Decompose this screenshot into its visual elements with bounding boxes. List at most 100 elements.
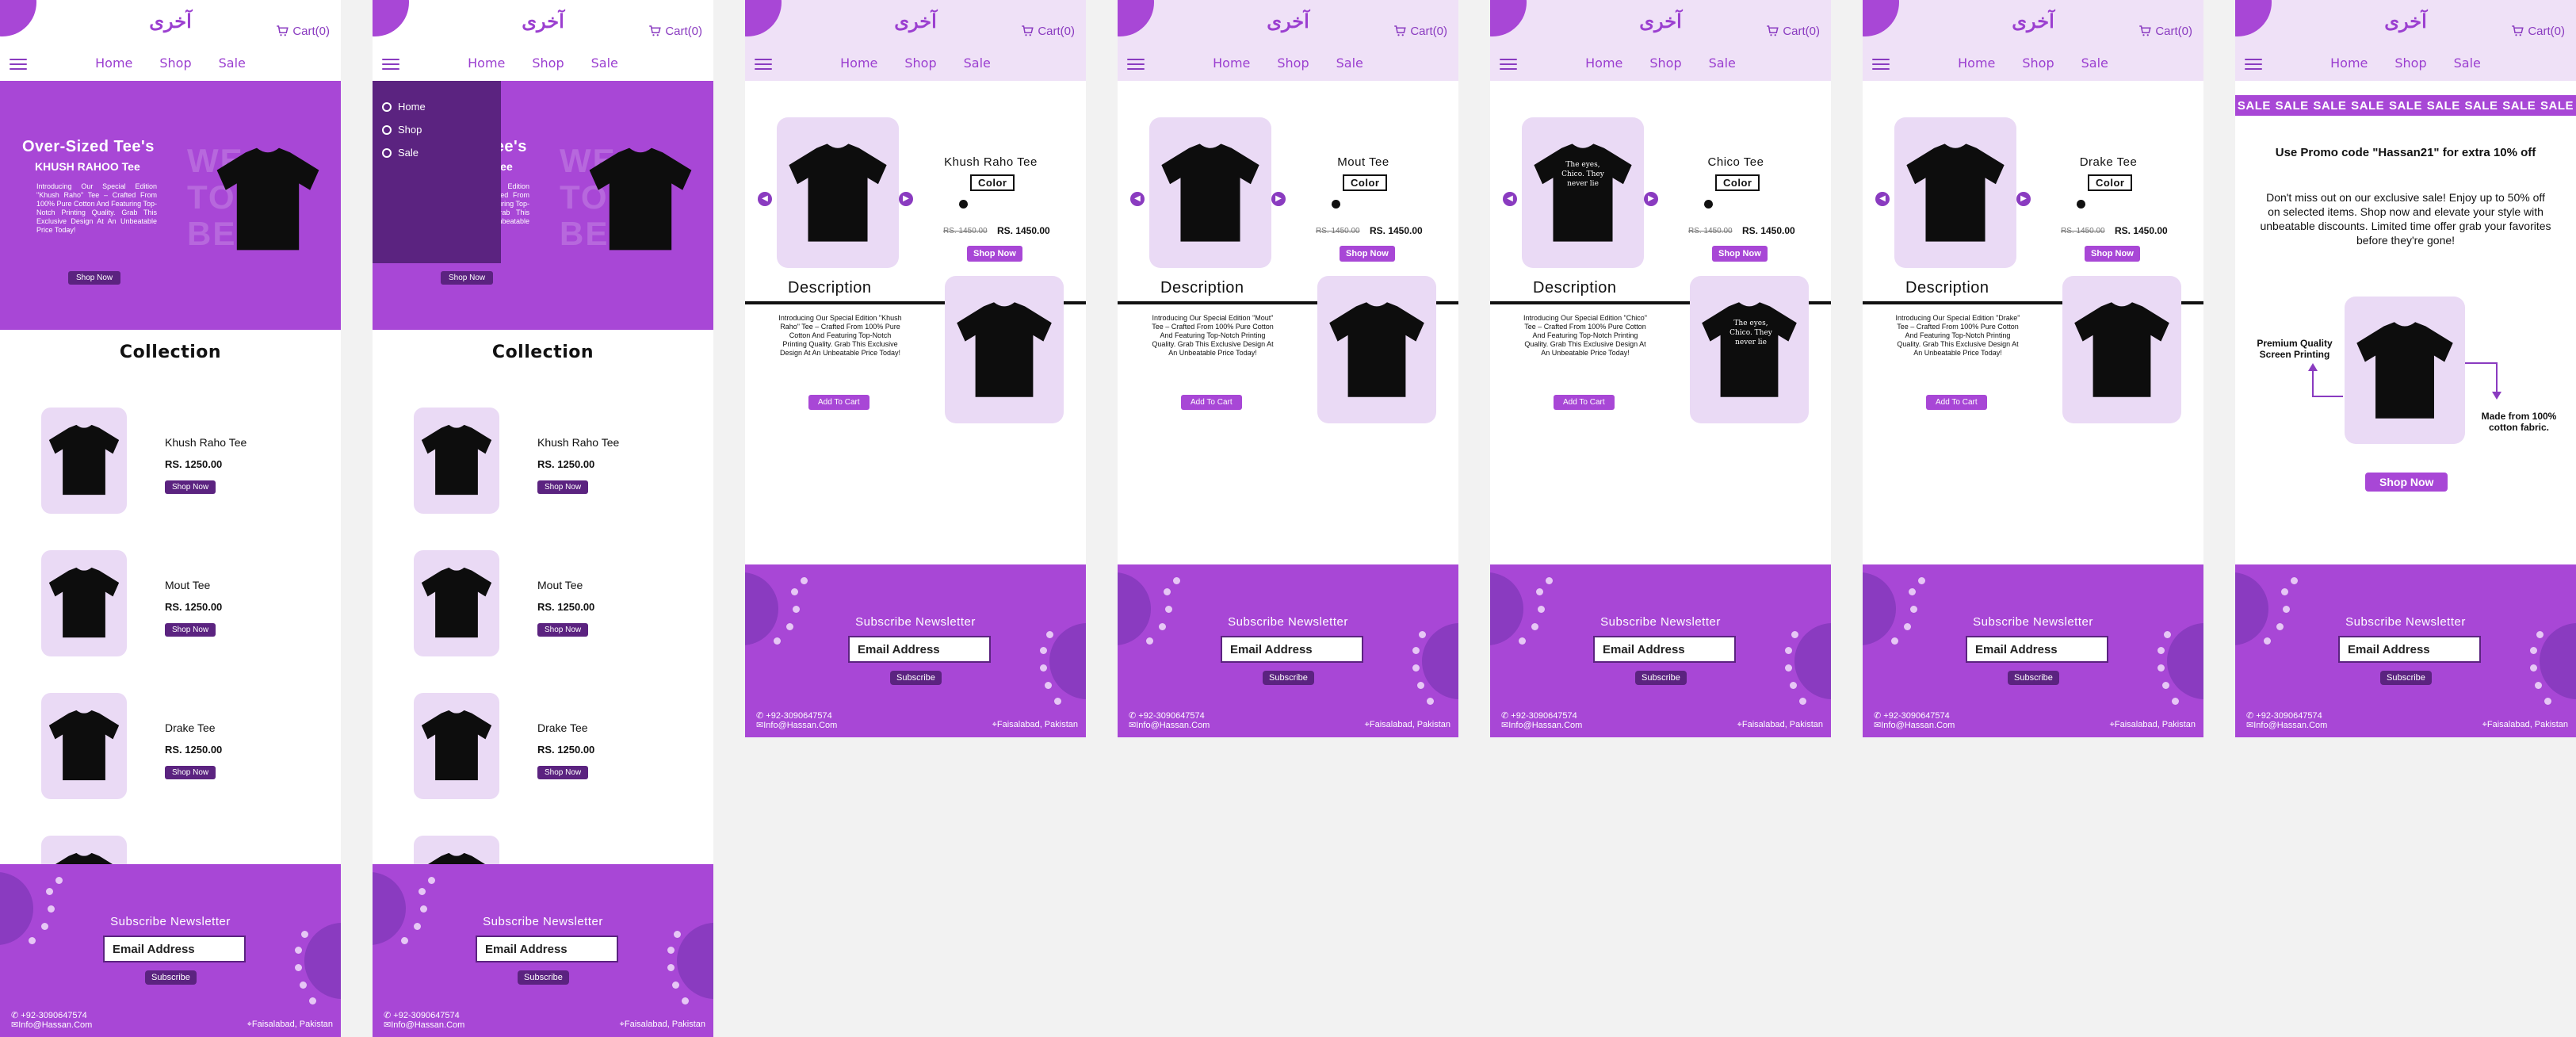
color-swatch-black[interactable] (1704, 200, 1713, 209)
nav-sale[interactable]: Sale (2454, 55, 2481, 71)
nav-home[interactable]: Home (1213, 55, 1250, 71)
nav-home[interactable]: Home (1958, 55, 1995, 71)
brand-logo[interactable]: آخری (522, 10, 564, 33)
chevron-left-icon[interactable]: ◀ (1130, 192, 1145, 206)
subscribe-button[interactable]: Subscribe (1263, 671, 1314, 685)
nav-shop[interactable]: Shop (2394, 55, 2426, 71)
product-shop-now-button[interactable]: Shop Now (165, 623, 216, 637)
subscribe-button[interactable]: Subscribe (1635, 671, 1687, 685)
nav-shop[interactable]: Shop (159, 55, 191, 71)
nav-shop[interactable]: Shop (1277, 55, 1309, 71)
product-card[interactable]: Khush Raho Tee RS. 1250.00 Shop Now (414, 408, 675, 514)
header: آخری Cart(0) Home Shop Sale (1490, 0, 1831, 81)
shop-now-button[interactable]: Shop Now (1340, 246, 1395, 262)
chevron-right-icon[interactable]: ▶ (899, 192, 913, 206)
subscribe-button[interactable]: Subscribe (145, 970, 197, 985)
brand-logo[interactable]: آخری (894, 10, 937, 33)
product-image[interactable] (41, 693, 127, 799)
product-image[interactable] (414, 408, 499, 514)
add-to-cart-button[interactable]: Add To Cart (808, 395, 869, 410)
nav-sale[interactable]: Sale (2081, 55, 2108, 71)
menu-item-shop[interactable]: Shop (373, 118, 501, 141)
chevron-left-icon[interactable]: ◀ (1875, 192, 1890, 206)
product-shop-now-button[interactable]: Shop Now (537, 766, 589, 779)
email-field[interactable]: Email Address (1593, 636, 1736, 663)
product-card[interactable]: Khush Raho Tee RS. 1250.00 Shop Now (41, 408, 303, 514)
subscribe-button[interactable]: Subscribe (890, 671, 942, 685)
product-card[interactable]: Drake Tee RS. 1250.00 Shop Now (41, 693, 303, 799)
brand-logo[interactable]: آخری (149, 10, 192, 33)
subscribe-button[interactable]: Subscribe (2380, 671, 2432, 685)
product-card[interactable] (41, 836, 303, 864)
cart-button[interactable]: Cart(0) (1393, 24, 1447, 38)
product-image[interactable] (41, 550, 127, 656)
product-image[interactable] (414, 836, 499, 864)
brand-logo[interactable]: آخری (2012, 10, 2054, 33)
email-field[interactable]: Email Address (103, 936, 246, 962)
product-shop-now-button[interactable]: Shop Now (165, 766, 216, 779)
subscribe-button[interactable]: Subscribe (518, 970, 569, 985)
add-to-cart-button[interactable]: Add To Cart (1181, 395, 1242, 410)
product-image[interactable] (414, 693, 499, 799)
nav-sale[interactable]: Sale (964, 55, 991, 71)
add-to-cart-button[interactable]: Add To Cart (1554, 395, 1615, 410)
nav-shop[interactable]: Shop (532, 55, 564, 71)
nav-home[interactable]: Home (468, 55, 505, 71)
color-swatch-black[interactable] (959, 200, 968, 209)
product-card[interactable]: Drake Tee RS. 1250.00 Shop Now (414, 693, 675, 799)
product-image[interactable] (414, 550, 499, 656)
nav-sale[interactable]: Sale (591, 55, 618, 71)
nav-shop[interactable]: Shop (2022, 55, 2054, 71)
email-field[interactable]: Email Address (476, 936, 618, 962)
chevron-right-icon[interactable]: ▶ (1271, 192, 1286, 206)
email-field[interactable]: Email Address (1221, 636, 1363, 663)
email-field[interactable]: Email Address (1966, 636, 2108, 663)
shop-now-button[interactable]: Shop Now (2085, 246, 2140, 262)
product-card[interactable]: Mout Tee RS. 1250.00 Shop Now (41, 550, 303, 656)
cart-button[interactable]: Cart(0) (2138, 24, 2192, 38)
hero-shop-now-button[interactable]: Shop Now (68, 271, 121, 285)
nav-sale[interactable]: Sale (1709, 55, 1736, 71)
product-card[interactable] (414, 836, 675, 864)
nav-sale[interactable]: Sale (219, 55, 246, 71)
header: آخری Cart(0) Home Shop Sale (1863, 0, 2203, 81)
shop-now-button[interactable]: Shop Now (1712, 246, 1768, 262)
brand-logo[interactable]: آخری (1267, 10, 1309, 33)
product-shop-now-button[interactable]: Shop Now (165, 480, 216, 494)
cart-button[interactable]: Cart(0) (2510, 24, 2565, 38)
chevron-right-icon[interactable]: ▶ (2016, 192, 2031, 206)
menu-item-sale[interactable]: Sale (373, 141, 501, 164)
cart-button[interactable]: Cart(0) (1020, 24, 1075, 38)
nav-home[interactable]: Home (1585, 55, 1622, 71)
brand-logo[interactable]: آخری (2384, 10, 2427, 33)
cart-button[interactable]: Cart(0) (1765, 24, 1820, 38)
chevron-left-icon[interactable]: ◀ (1503, 192, 1517, 206)
sale-shop-now-button[interactable]: Shop Now (2365, 473, 2448, 492)
color-swatch-black[interactable] (1332, 200, 1340, 209)
product-card[interactable]: Mout Tee RS. 1250.00 Shop Now (414, 550, 675, 656)
product-image[interactable] (41, 836, 127, 864)
hero-shop-now-button[interactable]: Shop Now (441, 271, 494, 285)
chevron-right-icon[interactable]: ▶ (1644, 192, 1658, 206)
nav-shop[interactable]: Shop (1649, 55, 1681, 71)
product-image[interactable] (41, 408, 127, 514)
cart-button[interactable]: Cart(0) (648, 24, 702, 38)
nav-home[interactable]: Home (95, 55, 132, 71)
brand-logo[interactable]: آخری (1639, 10, 1682, 33)
cart-button[interactable]: Cart(0) (275, 24, 330, 38)
product-shop-now-button[interactable]: Shop Now (537, 623, 589, 637)
menu-item-home[interactable]: Home (373, 95, 501, 118)
product-shop-now-button[interactable]: Shop Now (537, 480, 589, 494)
color-swatch-black[interactable] (2077, 200, 2085, 209)
add-to-cart-button[interactable]: Add To Cart (1926, 395, 1987, 410)
chevron-left-icon[interactable]: ◀ (758, 192, 772, 206)
subscribe-button[interactable]: Subscribe (2008, 671, 2059, 685)
nav-shop[interactable]: Shop (904, 55, 936, 71)
shop-now-button[interactable]: Shop Now (967, 246, 1022, 262)
nav-home[interactable]: Home (2330, 55, 2368, 71)
nav-sale[interactable]: Sale (1336, 55, 1363, 71)
newsletter-title: Subscribe Newsletter (110, 915, 231, 928)
email-field[interactable]: Email Address (2338, 636, 2481, 663)
email-field[interactable]: Email Address (848, 636, 991, 663)
nav-home[interactable]: Home (840, 55, 877, 71)
